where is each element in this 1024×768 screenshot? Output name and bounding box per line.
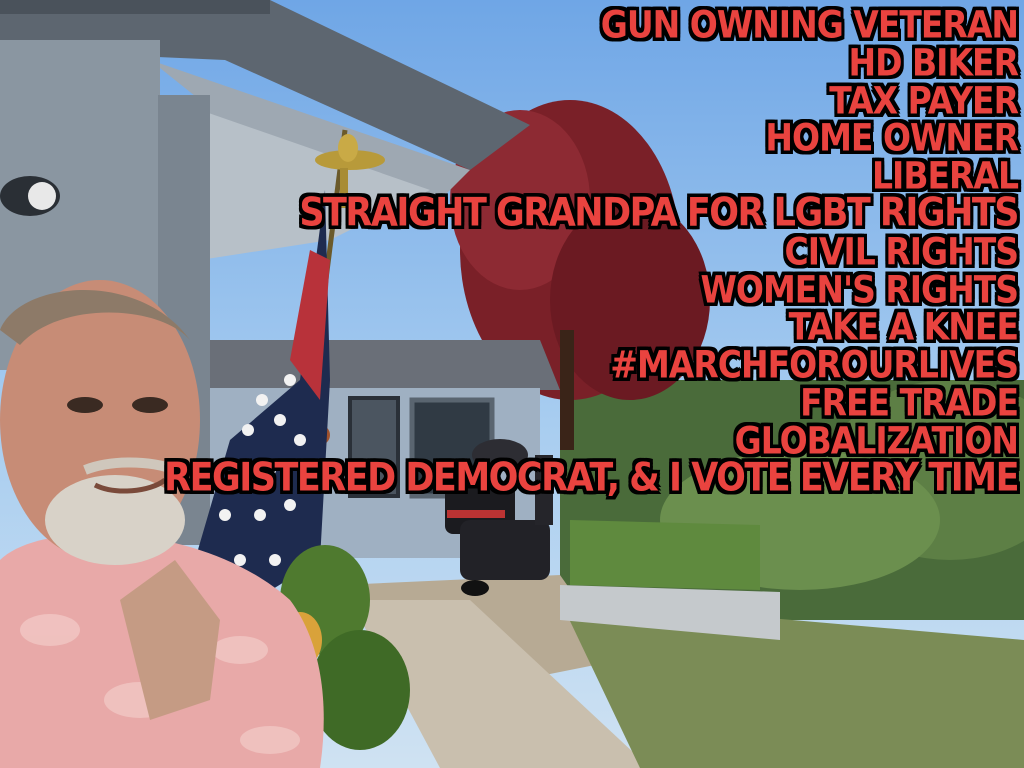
text-overlay: GUN OWNING VETERAN HD BIKER TAX PAYER HO… xyxy=(8,4,1019,499)
overlay-line-4: HOME OWNER xyxy=(765,116,1019,160)
overlay-line-13: REGISTERED DEMOCRAT, & I VOTE EVERY TIME xyxy=(164,455,1019,501)
overlay-line-2: HD BIKER xyxy=(848,40,1019,85)
raised-planter-bed xyxy=(560,520,780,640)
photo-scene: GUN OWNING VETERAN HD BIKER TAX PAYER HO… xyxy=(0,0,1024,768)
overlay-line-7: CIVIL RIGHTS xyxy=(784,229,1019,274)
